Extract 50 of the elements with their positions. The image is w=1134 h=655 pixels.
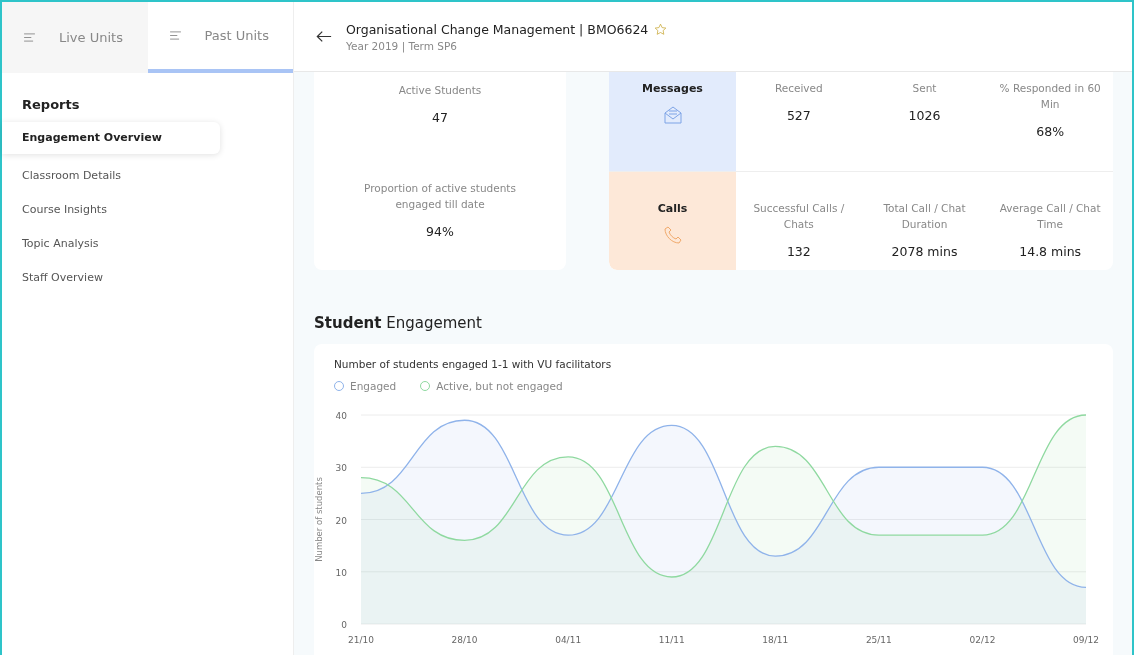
y-tick-label: 30 — [335, 463, 347, 474]
phone-icon — [662, 224, 683, 245]
envelope-icon — [662, 105, 683, 125]
menu-icon — [169, 31, 181, 40]
course-subtitle: Year 2019 | Term SP6 — [346, 39, 458, 52]
legend-label: Engaged — [350, 380, 397, 392]
y-tick-label: 40 — [335, 411, 347, 421]
stat-value: 1026 — [907, 108, 942, 123]
section-title: Reports — [21, 96, 81, 114]
channel-name: Messages — [642, 82, 703, 95]
stat-label: % Responded in 60 Min — [998, 81, 1102, 112]
stat-value: 68% — [1035, 124, 1066, 139]
stat-label: Average Call / Chat Time — [998, 200, 1102, 232]
stat-label: Successful Calls / Chats — [752, 200, 846, 232]
sidebar-item[interactable]: Engagement Overview — [2, 122, 220, 154]
y-tick-label: 20 — [335, 515, 347, 526]
stat-label: Sent — [911, 81, 938, 96]
stat-value: 14.8 mins — [1018, 243, 1083, 259]
stat-label: Received — [773, 81, 824, 96]
y-axis-label: Number of students — [314, 477, 324, 562]
y-tick-label: 0 — [341, 620, 347, 630]
x-tick-label: 28/10 — [451, 635, 478, 645]
back-arrow-icon[interactable] — [316, 30, 332, 43]
metric-value: 47 — [431, 110, 449, 125]
x-tick-label: 09/12 — [1073, 635, 1099, 645]
x-tick-label: 11/11 — [658, 635, 685, 645]
metric-label: Proportion of active students engaged till date — [363, 181, 517, 212]
sidebar-item[interactable]: Course Insights — [2, 198, 220, 222]
metric-value: 94% — [425, 224, 455, 239]
star-icon[interactable] — [654, 22, 668, 36]
legend-label: Active, but not engaged — [436, 380, 563, 392]
x-tick-label: 18/11 — [762, 635, 789, 645]
x-tick-label: 21/10 — [348, 635, 374, 645]
y-tick-label: 10 — [335, 567, 347, 578]
stat-value: 527 — [785, 108, 812, 123]
chart-title: Number of students engaged 1-1 with VU facilitators — [334, 358, 613, 370]
menu-icon — [24, 33, 35, 42]
channel-name: Calls — [657, 201, 688, 215]
x-tick-label: 04/11 — [555, 635, 582, 645]
stat-value: 132 — [785, 243, 812, 259]
sidebar-item[interactable]: Staff Overview — [2, 266, 220, 290]
sidebar-item[interactable]: Classroom Details — [2, 164, 220, 188]
course-title: Organisational Change Management | BMO6624 — [346, 21, 649, 37]
stat-label: Total Call / Chat Duration — [882, 200, 967, 232]
section-heading: Student Engagement — [314, 314, 483, 332]
stat-value: 2078 mins — [890, 243, 959, 259]
metric-label: Active Students — [397, 83, 483, 98]
x-tick-label: 25/11 — [865, 635, 892, 645]
sidebar-item[interactable]: Topic Analysis — [2, 232, 220, 256]
x-tick-label: 02/12 — [969, 635, 996, 645]
